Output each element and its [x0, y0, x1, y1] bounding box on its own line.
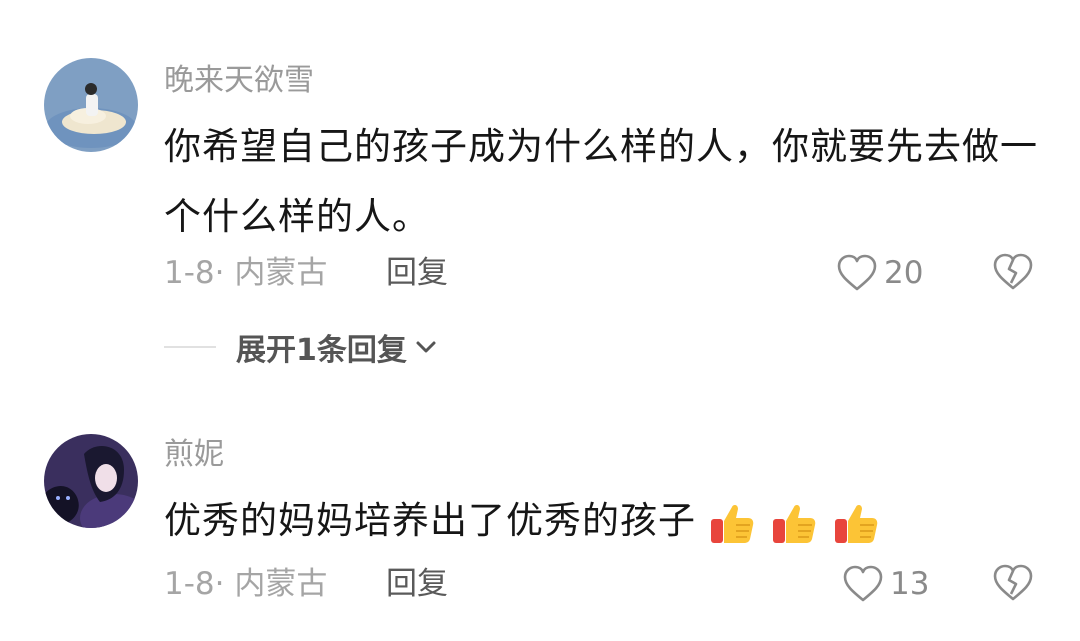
avatar-image — [44, 58, 138, 152]
like-button[interactable]: 13 — [842, 562, 929, 606]
like-count: 20 — [884, 255, 924, 291]
emoji-group — [708, 499, 880, 547]
dislike-button[interactable] — [992, 563, 1034, 607]
avatar-image — [44, 434, 138, 528]
heart-outline-icon — [843, 565, 883, 602]
comment-date-location: 1-8· 内蒙古 — [164, 566, 328, 602]
dislike-button[interactable] — [992, 252, 1034, 296]
heart-outline-icon — [837, 254, 877, 291]
avatar[interactable] — [44, 58, 138, 152]
thumbs-up-emoji-icon — [711, 504, 754, 543]
like-count: 13 — [890, 566, 930, 602]
comment-text-body: 优秀的妈妈培养出了优秀的孩子 — [164, 499, 696, 542]
comment-text: 优秀的妈妈培养出了优秀的孩子 — [164, 486, 1044, 556]
avatar[interactable] — [44, 434, 138, 528]
reply-button[interactable]: 回复 — [386, 253, 448, 293]
comment-date-location: 1-8· 内蒙古 — [164, 255, 328, 291]
expand-replies-label: 展开1条回复 — [236, 333, 407, 368]
thumbs-up-emoji-icon — [773, 504, 816, 543]
broken-heart-icon — [993, 564, 1033, 601]
comment-text: 你希望自己的孩子成为什么样的人，你就要先去做一个什么样的人。 — [164, 125, 1038, 238]
username[interactable]: 晚来天欲雪 — [164, 63, 314, 99]
thumbs-up-emoji-icon — [835, 504, 878, 543]
like-button[interactable]: 20 — [836, 251, 923, 295]
reply-button[interactable]: 回复 — [386, 564, 448, 604]
expand-replies-button[interactable]: 展开1条回复 — [164, 327, 437, 368]
username[interactable]: 煎妮 — [164, 437, 224, 473]
chevron-down-icon — [416, 341, 436, 353]
broken-heart-icon — [993, 253, 1033, 290]
divider — [164, 346, 216, 348]
